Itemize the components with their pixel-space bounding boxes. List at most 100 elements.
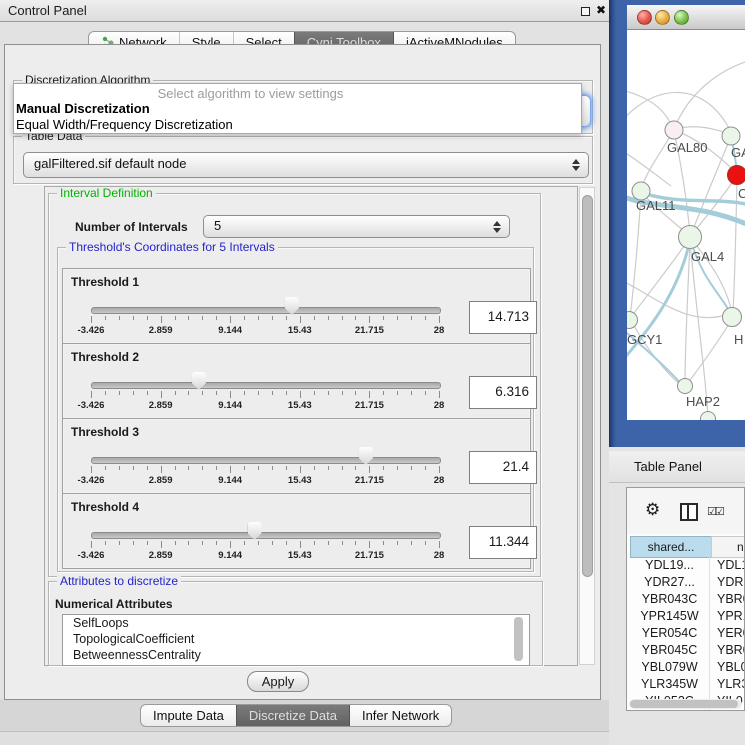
cell-name[interactable]: YBR0 [717, 642, 745, 659]
table-row[interactable]: YDR27... YDR2 [630, 574, 745, 591]
slider-tick [425, 541, 426, 545]
cell-name[interactable]: YDL1 [717, 557, 745, 574]
slider-tick [411, 316, 412, 320]
network-edge[interactable] [685, 241, 690, 383]
slider-tick [230, 316, 231, 323]
network-edge[interactable] [630, 196, 641, 317]
slider-tick [369, 541, 370, 548]
number-of-intervals-combobox[interactable]: 5 [203, 215, 510, 238]
cell-name[interactable]: YBR0 [717, 591, 745, 608]
network-edge[interactable] [631, 239, 689, 317]
tab-impute-data[interactable]: Impute Data [141, 705, 236, 726]
float-window-icon[interactable] [581, 7, 590, 16]
slider-tick [286, 466, 287, 470]
network-node[interactable] [701, 412, 716, 421]
slider-tick [230, 391, 231, 398]
network-node[interactable] [679, 226, 702, 249]
tab-infer-network[interactable]: Infer Network [349, 705, 451, 726]
column-manager-icon[interactable] [680, 503, 698, 521]
network-node[interactable] [722, 127, 740, 145]
threshold-slider-track[interactable] [91, 457, 441, 464]
attribute-item-betweennesscentrality[interactable]: BetweennessCentrality [63, 647, 529, 663]
threshold-slider-track[interactable] [91, 532, 441, 539]
cell-name[interactable]: YBL0 [717, 659, 745, 676]
slider-tick [175, 466, 176, 470]
network-canvas[interactable]: GAL80GACGAL11GAL4GCY1HHAP2 [627, 30, 745, 420]
attributes-list-scrollbar-thumb[interactable] [514, 617, 523, 661]
network-edge[interactable] [627, 150, 671, 186]
zoom-traffic-light-icon[interactable] [674, 10, 689, 25]
cell-name[interactable]: YLR3 [717, 676, 745, 693]
table-row[interactable]: YBR043C YBR0 [630, 591, 745, 608]
network-edge[interactable] [688, 319, 732, 383]
network-edge[interactable] [693, 177, 736, 233]
threshold-label: Threshold 2 [71, 350, 139, 364]
cell-shared-name[interactable]: YBR043C [630, 591, 710, 608]
attribute-item-topologicalcoefficient[interactable]: TopologicalCoefficient [63, 631, 529, 647]
apply-button[interactable]: Apply [247, 671, 309, 692]
table-row[interactable]: YPR145W YPR1 [630, 608, 745, 625]
network-edge[interactable] [733, 178, 737, 314]
threshold-slider-track[interactable] [91, 382, 441, 389]
slider-tick [411, 391, 412, 395]
network-node[interactable] [678, 379, 693, 394]
threshold-slider-track[interactable] [91, 307, 441, 314]
cell-shared-name[interactable]: YER054C [630, 625, 710, 642]
column-header-shared[interactable]: shared... [630, 536, 712, 558]
cell-name[interactable]: YER0 [717, 625, 745, 642]
slider-tick [216, 391, 217, 395]
network-edge[interactable] [627, 90, 672, 127]
cell-shared-name[interactable]: YPR145W [630, 608, 710, 625]
tab-discretize-data[interactable]: Discretize Data [236, 705, 349, 726]
gear-icon[interactable]: ⚙ [645, 500, 660, 520]
table-row[interactable]: YBR045C YBR0 [630, 642, 745, 659]
dropdown-option-manual-discretization[interactable]: Manual Discretization [14, 101, 581, 117]
cell-name[interactable]: YPR1 [717, 608, 745, 625]
threshold-value-field[interactable]: 14.713 [469, 301, 537, 334]
slider-tick [286, 316, 287, 320]
slider-tick [91, 466, 92, 473]
slider-tick [314, 391, 315, 395]
table-data-combobox[interactable]: galFiltered.sif default node [23, 152, 589, 178]
column-header-name[interactable]: name [711, 536, 745, 558]
network-edge[interactable] [674, 60, 745, 129]
cell-shared-name[interactable]: YBL079W [630, 659, 710, 676]
table-row[interactable]: YDL19... YDL1 [630, 557, 745, 574]
slider-tick [383, 316, 384, 320]
slider-tick-label: 21.715 [344, 550, 394, 561]
minimize-traffic-light-icon[interactable] [655, 10, 670, 25]
select-columns-icon[interactable]: ☑☑ [707, 505, 723, 518]
slider-tick [328, 466, 329, 470]
vertical-scrollbar-thumb[interactable] [582, 195, 593, 577]
table-row[interactable]: YLR345W YLR3 [630, 676, 745, 693]
table-row[interactable]: YBL079W YBL0 [630, 659, 745, 676]
threshold-value-field[interactable]: 11.344 [469, 526, 537, 559]
table-hscrollbar-thumb[interactable] [630, 700, 738, 708]
table-row[interactable]: YER054C YER0 [630, 625, 745, 642]
slider-tick [272, 316, 273, 320]
cell-shared-name[interactable]: YDL19... [630, 557, 710, 574]
network-node[interactable] [728, 166, 745, 185]
slider-tick-label: 2.859 [136, 325, 186, 336]
threshold-value-field[interactable]: 6.316 [469, 376, 537, 409]
slider-tick [147, 541, 148, 545]
threshold-value-field[interactable]: 21.4 [469, 451, 537, 484]
close-traffic-light-icon[interactable] [637, 10, 652, 25]
dropdown-option-equal-width-frequency-discretization[interactable]: Equal Width/Frequency Discretization [14, 117, 581, 133]
cell-name[interactable]: YDR2 [717, 574, 745, 591]
network-node[interactable] [665, 121, 683, 139]
attribute-item-selfloops[interactable]: SelfLoops [63, 615, 529, 631]
network-node[interactable] [723, 308, 742, 327]
slider-tick [147, 391, 148, 395]
slider-tick [300, 391, 301, 398]
cell-shared-name[interactable]: YBR045C [630, 642, 710, 659]
bottom-tabbar: Impute DataDiscretize DataInfer Network [140, 704, 452, 727]
network-node[interactable] [627, 312, 638, 329]
cell-shared-name[interactable]: YDR27... [630, 574, 710, 591]
slider-tick [133, 541, 134, 545]
close-icon[interactable]: ✖ [596, 3, 606, 17]
network-edge[interactable] [627, 280, 729, 318]
network-edge[interactable] [690, 241, 708, 416]
cell-shared-name[interactable]: YLR345W [630, 676, 710, 693]
slider-tick-label: -3.426 [66, 475, 116, 486]
